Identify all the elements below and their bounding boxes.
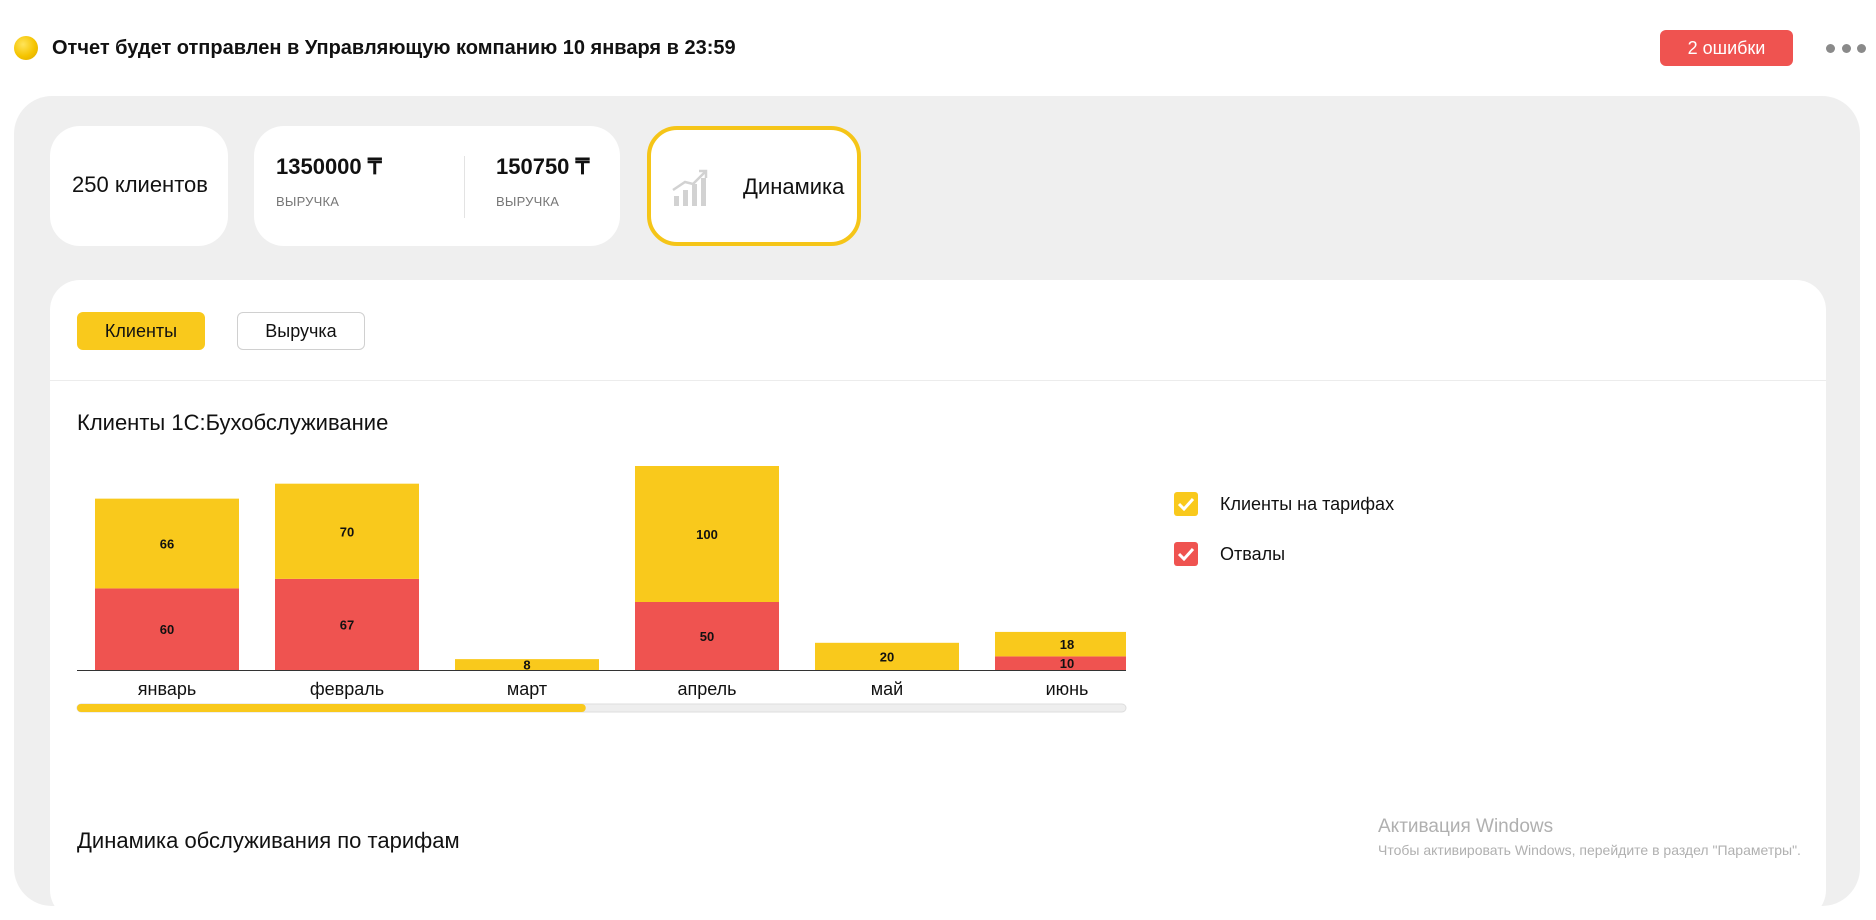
clients-count: 250 клиентов [72, 172, 208, 197]
revenue-card: 1350000 ₸ ВЫРУЧКА 150750 ₸ ВЫРУЧКА [254, 126, 620, 246]
revenue-block: 1350000 ₸ ВЫРУЧКА [276, 154, 382, 209]
bar-value-label: 10 [1060, 656, 1074, 671]
legend-item-churn[interactable]: Отвалы [1174, 541, 1394, 567]
checkbox-checked-icon[interactable] [1174, 492, 1198, 516]
revenue-label: ВЫРУЧКА [496, 194, 560, 209]
legend-label: Отвалы [1220, 543, 1286, 564]
errors-button[interactable]: 2 ошибки [1660, 30, 1793, 66]
revenue-block: 150750 ₸ ВЫРУЧКА [496, 154, 590, 209]
revenue-divider [464, 156, 465, 218]
x-tick-label: март [507, 679, 547, 699]
report-panel: 250 клиентов 1350000 ₸ ВЫРУЧКА 150750 ₸ … [14, 96, 1860, 920]
revenue-label: ВЫРУЧКА [276, 194, 340, 209]
clients-chart-title: Клиенты 1С:Бухобслуживание [77, 410, 389, 435]
legend-item-clients[interactable]: Клиенты на тарифах [1174, 491, 1394, 517]
chart-scrollbar-thumb[interactable] [77, 704, 586, 712]
windows-activation-watermark: Активация Windows Чтобы активировать Win… [1378, 816, 1801, 858]
activation-title: Активация Windows [1378, 816, 1554, 837]
top-bar: Отчет будет отправлен в Управляющую комп… [0, 0, 1876, 96]
x-tick-label: апрель [677, 679, 736, 699]
more-options-icon[interactable] [1826, 36, 1866, 60]
bar-value-label: 60 [160, 622, 174, 637]
dynamics-label: Динамика [743, 174, 845, 199]
x-tick-label: январь [138, 679, 196, 699]
bar-value-label: 66 [160, 537, 174, 552]
clients-bar-chart: 6066январь6770февраль8март50100апрель20м… [76, 466, 1127, 713]
bar-value-label: 20 [880, 649, 894, 664]
status-indicator-icon [14, 36, 38, 60]
report-notice: Отчет будет отправлен в Управляющую комп… [52, 37, 736, 59]
x-tick-label: май [871, 679, 903, 699]
revenue-value: 150750 ₸ [496, 154, 590, 179]
chart-legend: Клиенты на тарифах Отвалы [1174, 491, 1394, 591]
clients-count-card: 250 клиентов [50, 126, 228, 246]
x-tick-label: февраль [310, 679, 384, 699]
tab-clients[interactable]: Клиенты [77, 312, 205, 350]
dynamics-section-title: Динамика обслуживания по тарифам [77, 828, 460, 853]
bar-value-label: 100 [696, 527, 718, 542]
bar-value-label: 67 [340, 617, 354, 632]
tab-revenue[interactable]: Выручка [237, 312, 365, 350]
bar-value-label: 18 [1060, 637, 1074, 652]
bar-value-label: 50 [700, 629, 714, 644]
checkbox-checked-icon[interactable] [1174, 542, 1198, 566]
revenue-value: 1350000 ₸ [276, 154, 382, 179]
activation-subtitle: Чтобы активировать Windows, перейдите в … [1378, 842, 1801, 858]
x-tick-label: июнь [1046, 679, 1089, 699]
divider [50, 380, 1826, 381]
growth-chart-icon [672, 169, 708, 206]
legend-label: Клиенты на тарифах [1220, 493, 1395, 514]
bar-value-label: 70 [340, 524, 354, 539]
dynamics-card[interactable]: Динамика [647, 126, 861, 246]
